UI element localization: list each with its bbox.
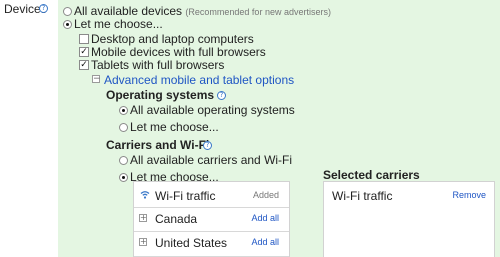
collapse-advanced-icon[interactable]: − [92,75,101,84]
expand-united-states-icon[interactable]: + [139,238,147,246]
choose-carriers-radio[interactable] [119,173,128,182]
desktop-checkbox[interactable] [79,34,89,44]
devices-help-icon[interactable]: ? [39,4,48,13]
all-carriers-radio[interactable] [119,156,128,165]
all-os-label[interactable]: All available operating systems [130,103,295,117]
let-me-choose-devices-radio[interactable] [63,20,72,29]
all-devices-label[interactable]: All available devices (Recommended for n… [74,4,331,18]
recommended-note: (Recommended for new advertisers) [185,7,331,17]
all-os-radio[interactable] [119,106,128,115]
carrier-label-wifi: Wi-Fi traffic [155,189,216,203]
all-carriers-label[interactable]: All available carriers and Wi-Fi [130,153,292,167]
choose-os-label[interactable]: Let me choose... [130,120,219,134]
advanced-options-link[interactable]: Advanced mobile and tablet options [104,73,294,87]
all-devices-radio[interactable] [63,7,72,16]
operating-systems-heading: Operating systems [106,88,215,102]
carrier-row-united-states[interactable]: + United States Add all [134,231,289,257]
add-all-canada-link[interactable]: Add all [251,213,279,223]
selected-carrier-label-wifi: Wi-Fi traffic [332,189,393,203]
selected-carrier-row-wifi: Wi-Fi traffic Remove [324,182,494,208]
remove-wifi-link[interactable]: Remove [452,190,486,200]
carrier-label-united-states: United States [155,236,228,250]
tablets-label[interactable]: Tablets with full browsers [91,58,224,72]
let-me-choose-devices-label[interactable]: Let me choose... [74,17,163,31]
selected-carriers-list: Wi-Fi traffic Remove [323,181,495,257]
mobile-label[interactable]: Mobile devices with full browsers [91,45,266,59]
carrier-label-canada: Canada [155,212,198,226]
mobile-checkbox[interactable]: ✓ [79,47,89,57]
carriers-help-icon[interactable]: ? [203,141,212,150]
choose-os-radio[interactable] [119,123,128,132]
add-all-united-states-link[interactable]: Add all [251,237,279,247]
selected-carriers-heading: Selected carriers [323,168,420,182]
carrier-row-wifi: Wi-Fi traffic Added [134,182,289,208]
wifi-icon [140,191,150,199]
carriers-heading: Carriers and Wi-Fi [106,138,210,152]
available-carriers-list: Wi-Fi traffic Added + Canada Add all + U… [133,181,290,257]
operating-systems-help-icon[interactable]: ? [217,91,226,100]
tablets-checkbox[interactable]: ✓ [79,60,89,70]
expand-canada-icon[interactable]: + [139,214,147,222]
wifi-added-status: Added [252,190,279,200]
carrier-row-canada[interactable]: + Canada Add all [134,206,289,232]
desktop-label[interactable]: Desktop and laptop computers [91,32,254,46]
